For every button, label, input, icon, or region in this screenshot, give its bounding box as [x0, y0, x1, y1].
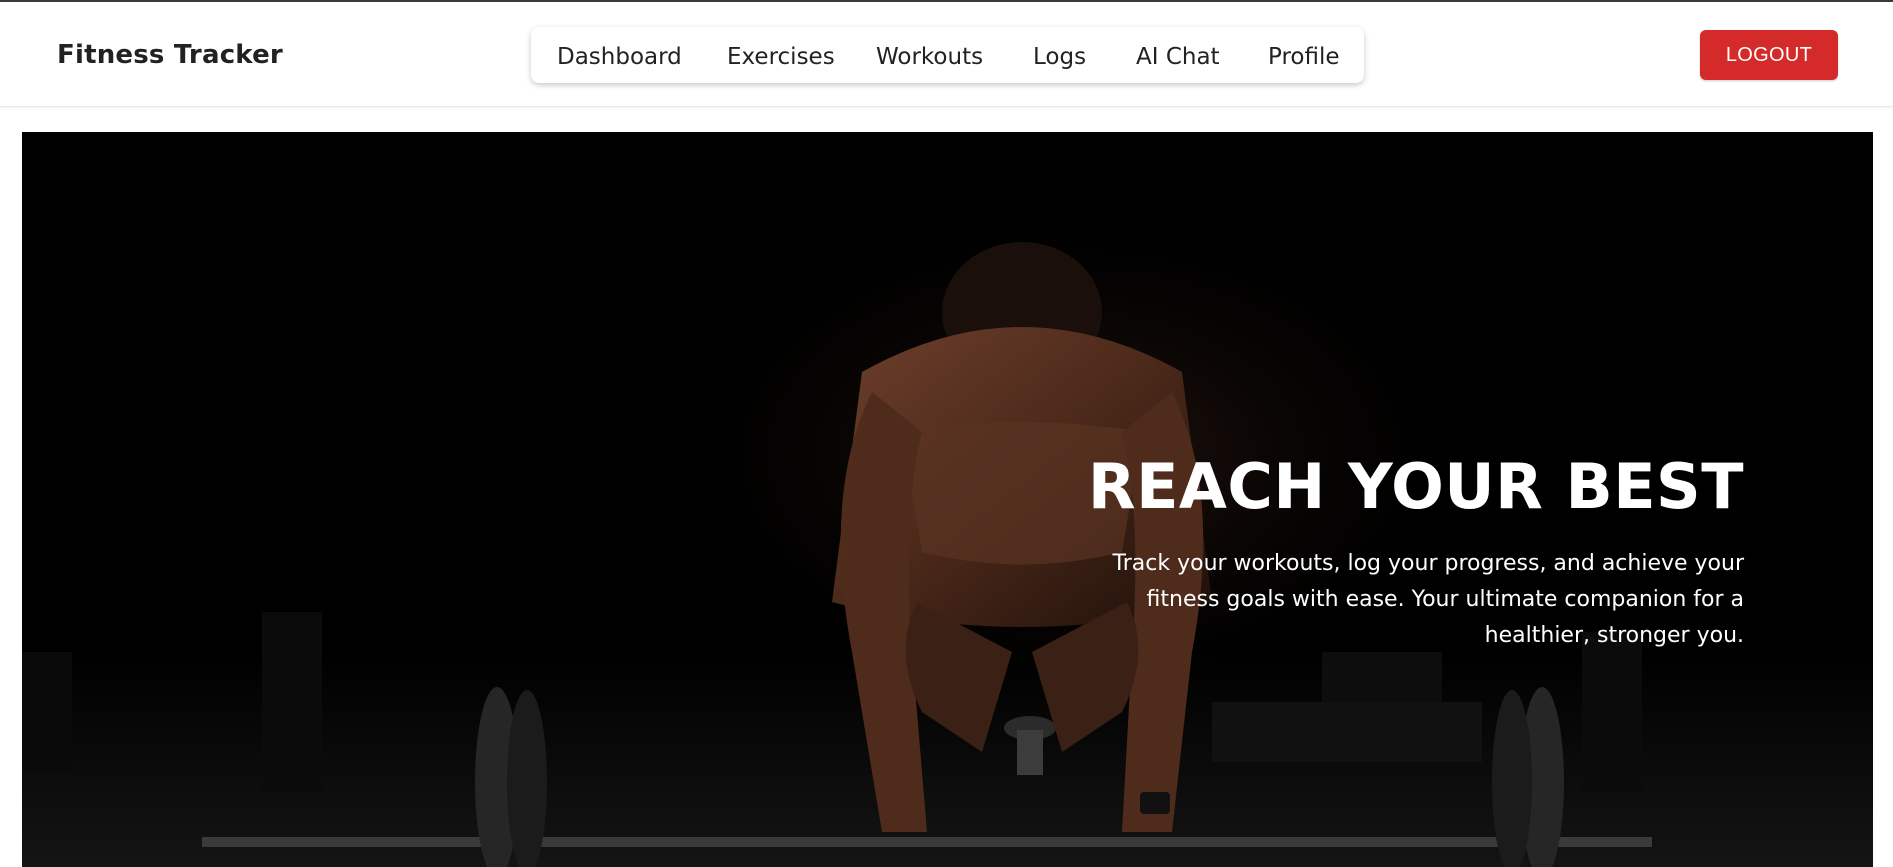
top-navbar: Fitness Tracker Dashboard Exercises Work… — [0, 2, 1893, 107]
nav-link-ai-chat[interactable]: AI Chat — [1136, 44, 1220, 70]
nav-link-exercises[interactable]: Exercises — [727, 44, 835, 70]
main-nav: Dashboard Exercises Workouts Logs AI Cha… — [531, 27, 1364, 83]
nav-link-profile[interactable]: Profile — [1268, 44, 1340, 70]
logout-button[interactable]: LOGOUT — [1700, 30, 1838, 80]
hero-title: REACH YOUR BEST — [1087, 450, 1744, 523]
nav-link-logs[interactable]: Logs — [1033, 44, 1086, 70]
nav-link-workouts[interactable]: Workouts — [876, 44, 983, 70]
hero-subtitle: Track your workouts, log your progress, … — [1112, 551, 1744, 648]
hero-banner: REACH YOUR BEST Track your workouts, log… — [22, 132, 1873, 867]
brand-logo-text[interactable]: Fitness Tracker — [57, 40, 283, 70]
nav-link-dashboard[interactable]: Dashboard — [557, 44, 682, 70]
